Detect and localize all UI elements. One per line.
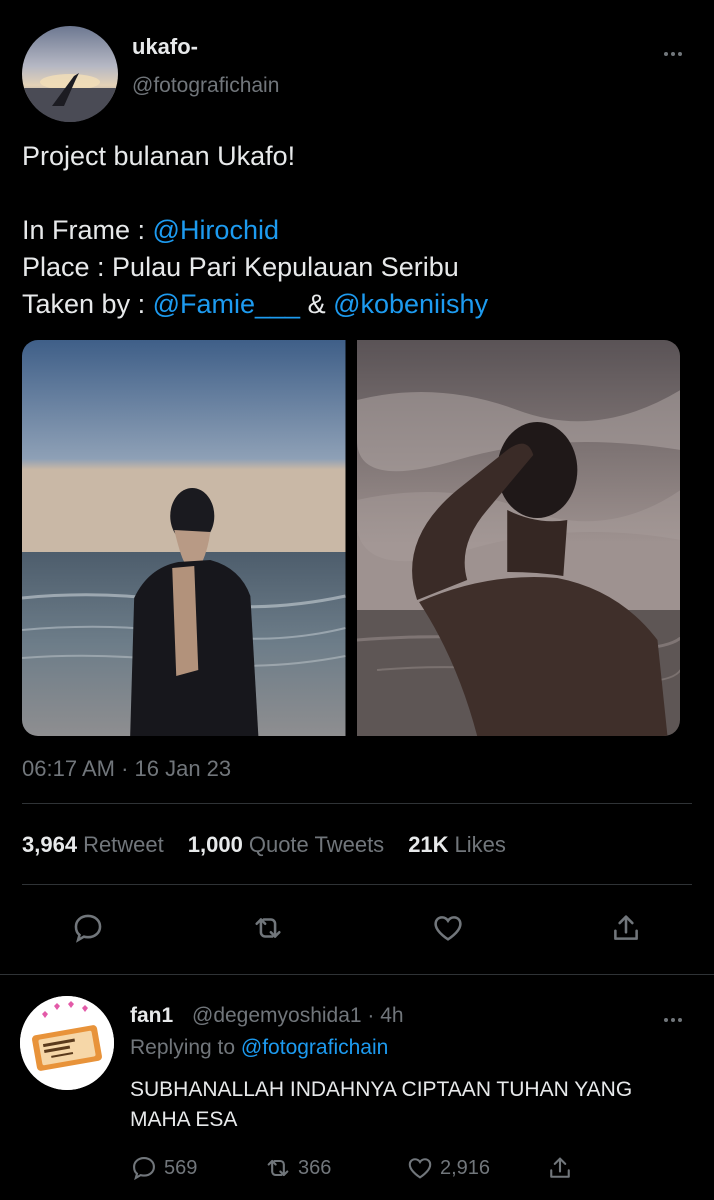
- divider: [22, 884, 692, 885]
- more-options-icon[interactable]: [664, 48, 688, 60]
- reply-icon[interactable]: [68, 908, 108, 948]
- in-frame-label: In Frame :: [22, 215, 153, 245]
- divider: [0, 974, 714, 975]
- reply-action-bar: 569 366 2,916: [0, 1154, 714, 1188]
- beach-photo-left: [22, 340, 346, 736]
- reply-more-options-icon[interactable]: [664, 1014, 688, 1026]
- quote-count: 1,000: [187, 832, 243, 857]
- like-icon: [408, 1158, 432, 1179]
- beach-photo-right: [356, 340, 680, 736]
- ampersand: &: [300, 289, 334, 319]
- retweet-label: Retweet: [83, 832, 164, 857]
- mention-link-kobeniishy[interactable]: @kobeniishy: [333, 289, 488, 319]
- retweet-icon: [267, 1159, 289, 1177]
- author-handle[interactable]: @fotografichain: [132, 74, 279, 98]
- reply-reply-button[interactable]: 569: [130, 1154, 197, 1182]
- mention-link-famie[interactable]: @Famie___: [153, 289, 300, 319]
- tweet-action-bar: [0, 908, 714, 952]
- reply-handle-time[interactable]: @degemyoshida1 · 4h: [192, 1004, 404, 1028]
- quote-stat[interactable]: 1,000 Quote Tweets: [188, 832, 384, 858]
- reply-reply-count: 569: [164, 1156, 198, 1179]
- mention-link-hirochid[interactable]: @Hirochid: [153, 215, 279, 245]
- retweet-icon[interactable]: [248, 908, 288, 948]
- author-display-name[interactable]: ukafo-: [132, 34, 198, 60]
- photo-left[interactable]: [22, 340, 346, 736]
- share-icon: [550, 1157, 570, 1178]
- replying-to: Replying to @fotografichain: [130, 1036, 388, 1060]
- tweet-timestamp[interactable]: 06:17 AM · 16 Jan 23: [22, 756, 231, 782]
- like-icon[interactable]: [428, 908, 468, 948]
- quote-label: Quote Tweets: [248, 832, 385, 857]
- reply-icon: [133, 1157, 155, 1181]
- reply-like-button[interactable]: 2,916: [406, 1154, 490, 1182]
- ticket-avatar-icon: [20, 996, 114, 1090]
- replying-mention-link[interactable]: @fotografichain: [241, 1036, 388, 1059]
- tweet-stats: 3,964 Retweet 1,000 Quote Tweets 21K Likes: [22, 832, 506, 858]
- reply-avatar[interactable]: [20, 996, 114, 1090]
- likes-label: Likes: [454, 832, 506, 857]
- reply-retweet-count: 366: [298, 1156, 332, 1179]
- taken-by-label: Taken by :: [22, 289, 153, 319]
- reply-display-name[interactable]: fan1: [130, 1004, 173, 1028]
- retweet-count: 3,964: [22, 832, 78, 857]
- replying-label: Replying to: [130, 1036, 241, 1059]
- place-text: Place : Pulau Pari Kepulauan Seribu: [22, 252, 459, 282]
- reply-retweet-button[interactable]: 366: [264, 1154, 331, 1182]
- likes-count: 21K: [408, 832, 449, 857]
- sunset-hand-avatar-icon: [22, 73, 118, 122]
- reply-share-button[interactable]: [546, 1154, 574, 1182]
- divider: [22, 803, 692, 804]
- tweet-text-line1: Project bulanan Ukafo!: [22, 141, 296, 171]
- likes-stat[interactable]: 21K Likes: [408, 832, 506, 858]
- reply-text: SUBHANALLAH INDAHNYA CIPTAAN TUHAN YANG …: [130, 1078, 633, 1131]
- author-avatar[interactable]: [22, 26, 118, 122]
- photo-right[interactable]: [356, 340, 680, 736]
- share-icon[interactable]: [606, 908, 646, 948]
- tweet-text: Project bulanan Ukafo! In Frame : @Hiroc…: [22, 138, 488, 323]
- reply-like-count: 2,916: [440, 1156, 491, 1179]
- retweet-stat[interactable]: 3,964 Retweet: [22, 832, 164, 858]
- tweet-media: [22, 340, 680, 736]
